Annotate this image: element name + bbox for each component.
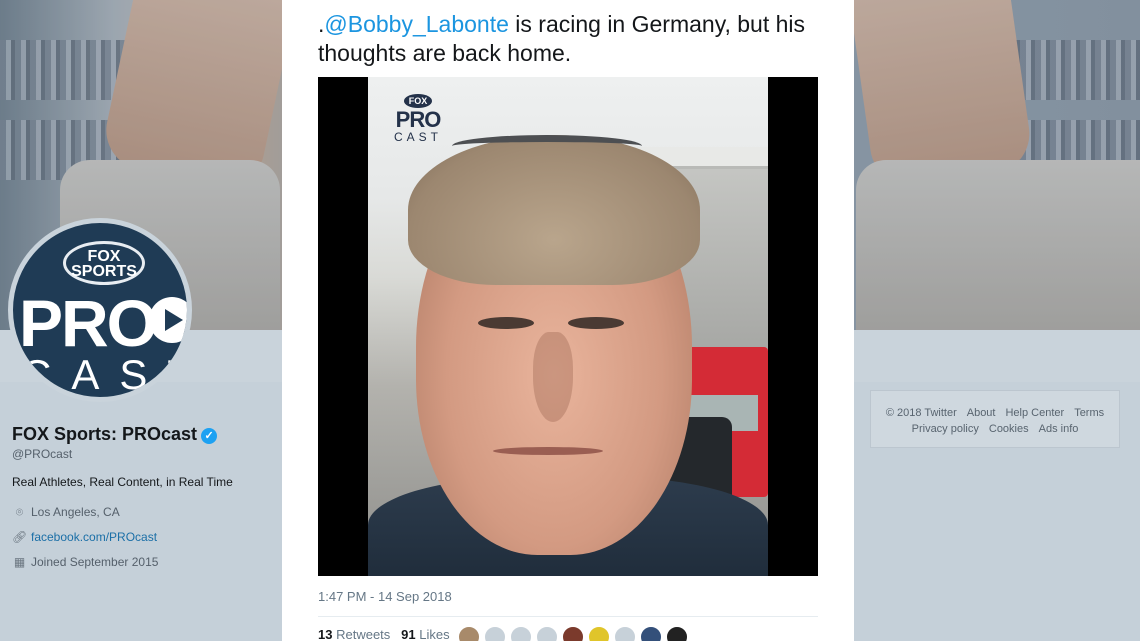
- liker-avatar[interactable]: [640, 626, 662, 641]
- liker-avatar[interactable]: [562, 626, 584, 641]
- liker-avatar[interactable]: [484, 626, 506, 641]
- video-frame: FOX PRO CAST: [368, 77, 768, 576]
- divider: [318, 616, 818, 617]
- tweet-text: .@Bobby_Labonte is racing in Germany, bu…: [318, 11, 806, 66]
- footer-copyright: © 2018 Twitter: [885, 407, 957, 419]
- liker-avatar[interactable]: [536, 626, 558, 641]
- profile-website[interactable]: 🔗︎ facebook.com/PROcast: [12, 530, 157, 544]
- twitter-page: FOX SPORTS PRO CAST FOX Sports: PROcast✓…: [0, 0, 1140, 641]
- play-icon: [149, 297, 187, 343]
- profile-location: ⌾ Los Angeles, CA: [12, 505, 120, 520]
- liker-avatar[interactable]: [510, 626, 532, 641]
- fox-sports-logo: FOX SPORTS: [63, 241, 145, 285]
- avatar-cast-text: CAST: [21, 351, 187, 398]
- profile-handle[interactable]: @PROcast: [12, 447, 72, 461]
- calendar-icon: ▦: [13, 555, 26, 569]
- liker-avatar[interactable]: [614, 626, 636, 641]
- footer-cookies-link[interactable]: Cookies: [989, 423, 1029, 435]
- liker-avatars: [458, 626, 688, 641]
- footer-help-center-link[interactable]: Help Center: [1005, 407, 1064, 419]
- footer-terms-link[interactable]: Terms: [1074, 407, 1104, 419]
- footer-privacy-link[interactable]: Privacy policy: [912, 423, 979, 435]
- verified-badge-icon: ✓: [201, 428, 218, 444]
- liker-avatar[interactable]: [588, 626, 610, 641]
- tweet-timestamp[interactable]: 1:47 PM - 14 Sep 2018: [318, 589, 452, 604]
- avatar-pro-text: PRO: [19, 286, 158, 360]
- profile-name[interactable]: FOX Sports: PROcast ✓: [12, 424, 218, 445]
- mention-link[interactable]: @Bobby_Labonte: [324, 11, 509, 37]
- profile-joined: ▦ Joined September 2015: [13, 555, 159, 569]
- liker-avatar[interactable]: [666, 626, 688, 641]
- link-icon: 🔗︎: [12, 530, 28, 544]
- video-procast-logo: FOX PRO CAST: [393, 94, 442, 144]
- likes-stat[interactable]: 91 Likes: [401, 627, 449, 641]
- footer-links: © 2018 Twitter About Help Center Terms Priv…: [870, 390, 1120, 448]
- video-player[interactable]: FOX PRO CAST: [318, 77, 818, 576]
- tweet-stats: 13 Retweets 91 Likes: [318, 627, 450, 641]
- retweets-stat[interactable]: 13 Retweets: [318, 627, 390, 641]
- footer-ads-info-link[interactable]: Ads info: [1039, 423, 1079, 435]
- video-hair: [408, 135, 700, 285]
- location-pin-icon: ⌾: [15, 505, 24, 519]
- profile-bio: Real Athletes, Real Content, in Real Tim…: [12, 475, 233, 489]
- footer-about-link[interactable]: About: [967, 407, 996, 419]
- video-sunglasses: [452, 135, 642, 157]
- tweet-card: .@Bobby_Labonte is racing in Germany, bu…: [282, 0, 854, 641]
- liker-avatar[interactable]: [458, 626, 480, 641]
- profile-avatar[interactable]: FOX SPORTS PRO CAST: [8, 218, 192, 402]
